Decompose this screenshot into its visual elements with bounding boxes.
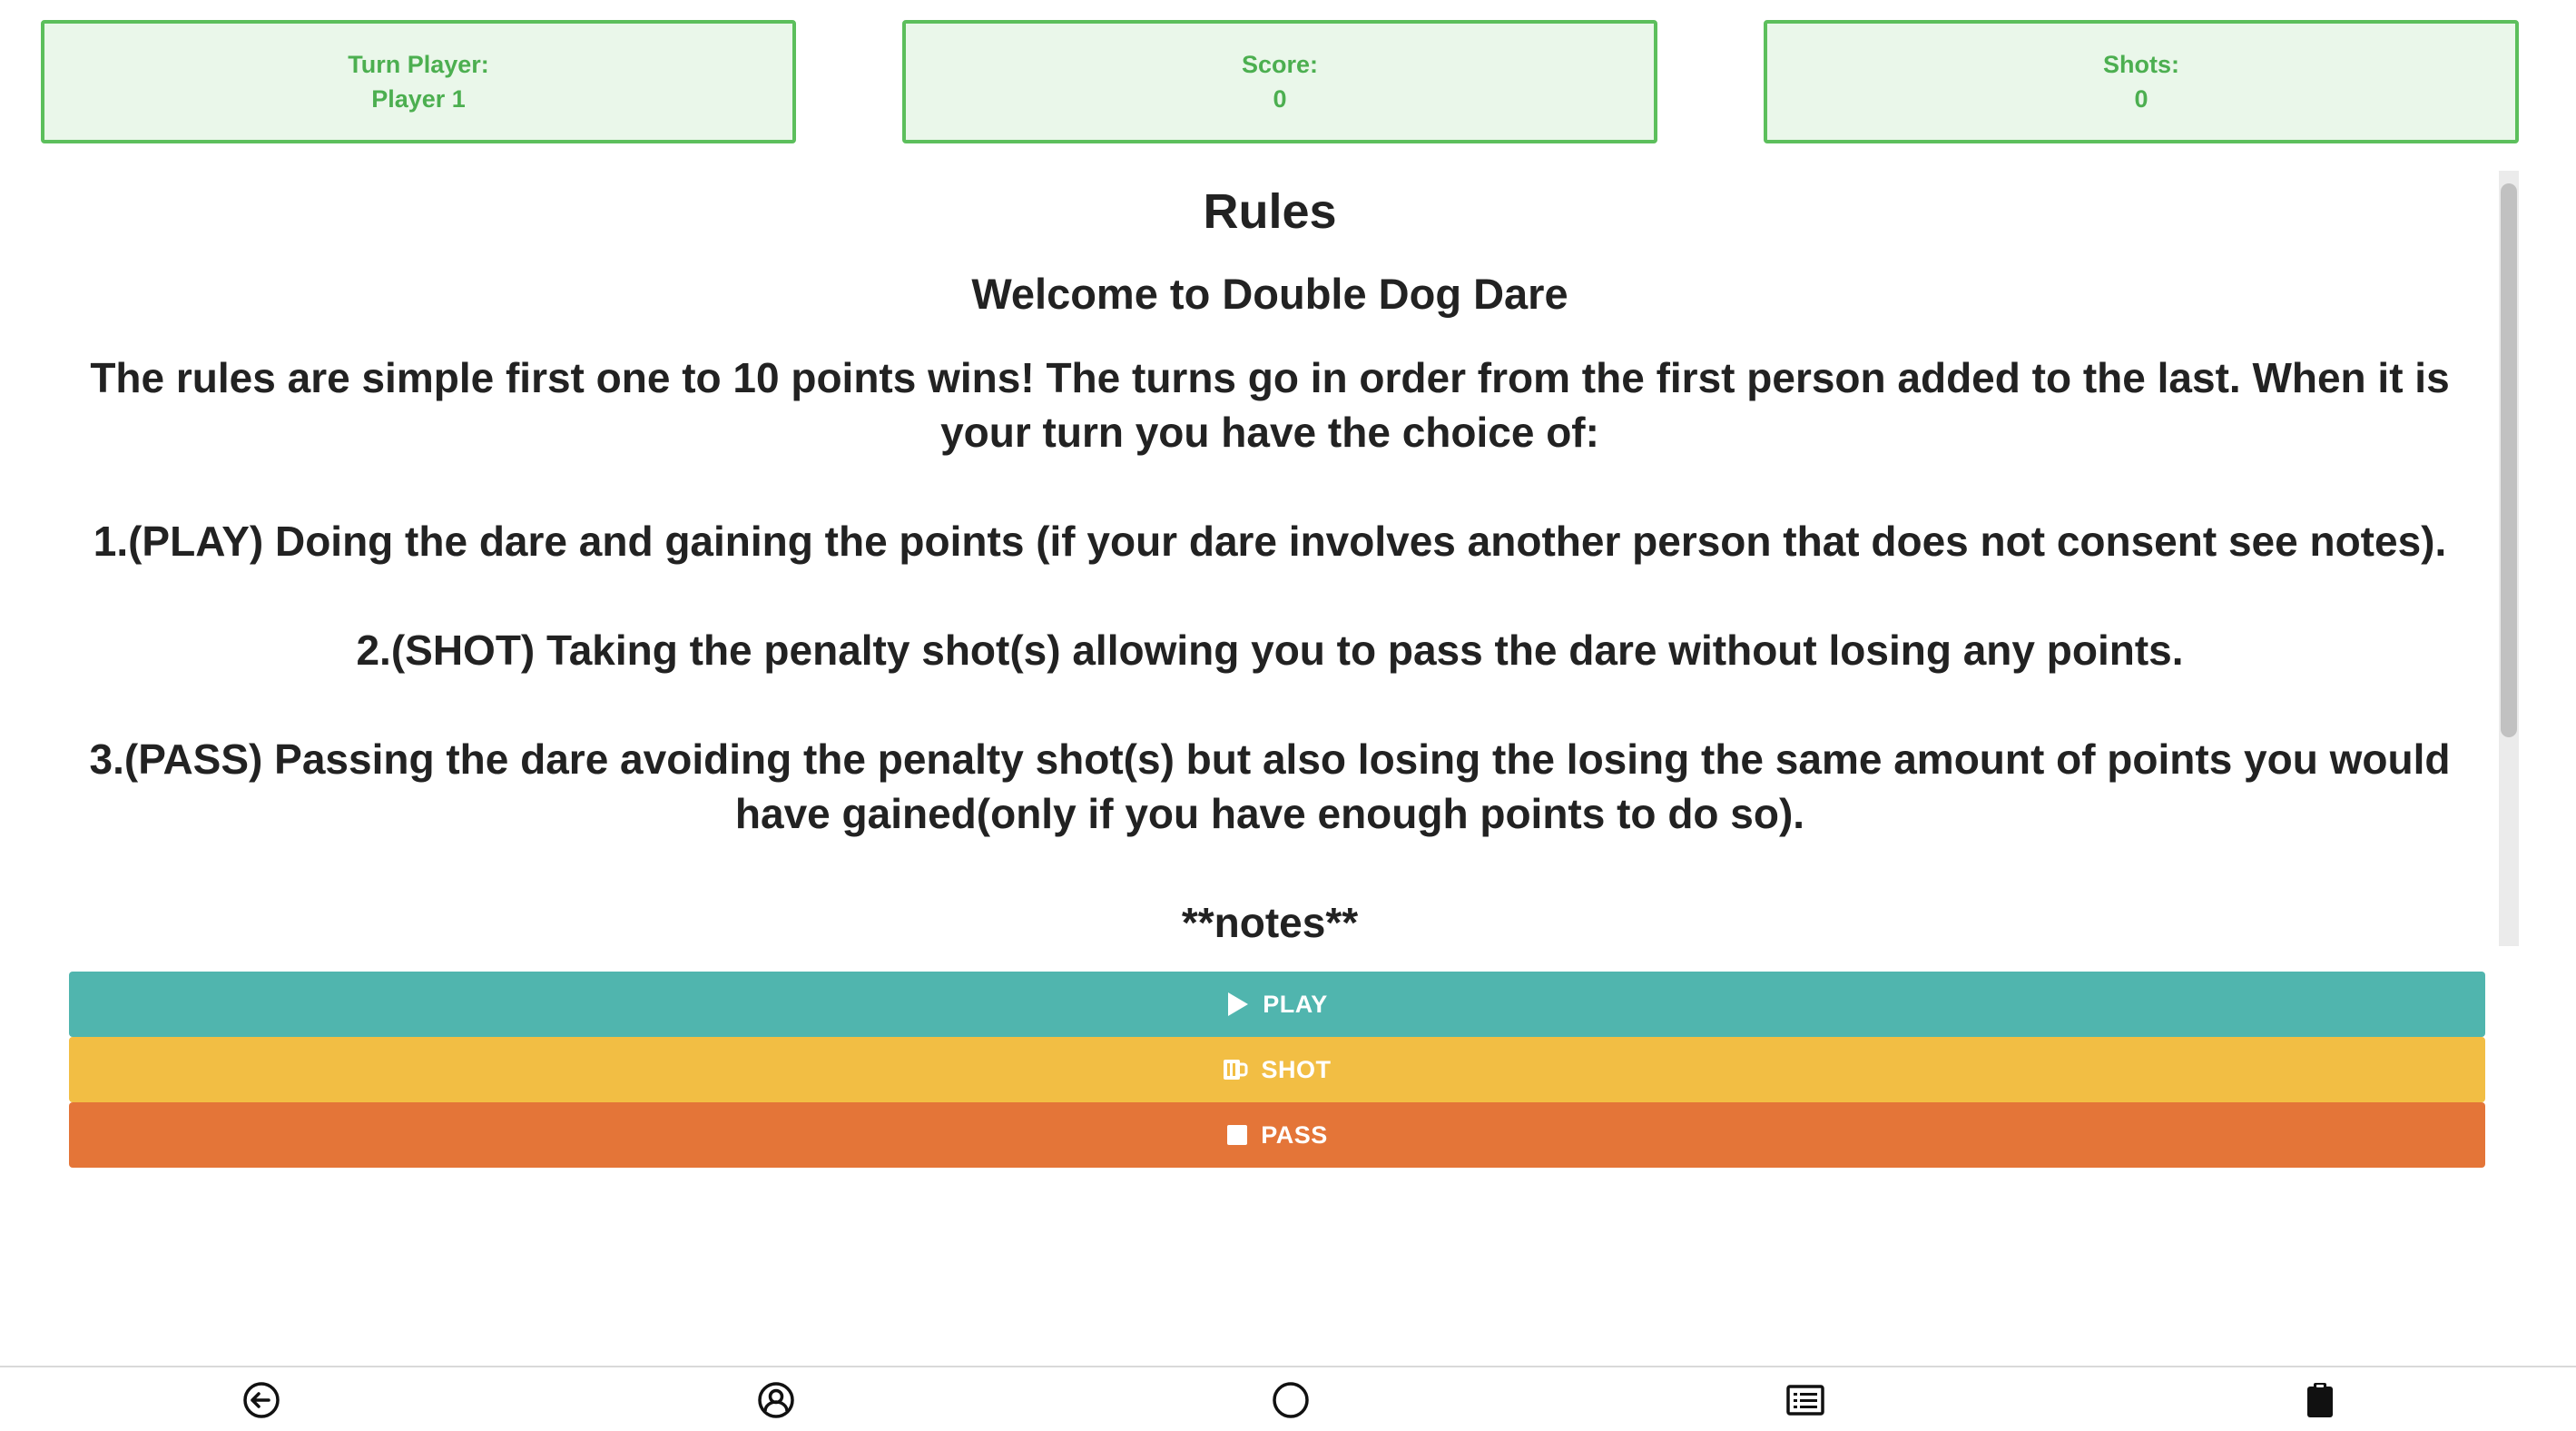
pass-label: PASS (1261, 1120, 1328, 1149)
list-icon[interactable] (1785, 1380, 1825, 1420)
stop-icon (1226, 1124, 1248, 1146)
circle-icon[interactable] (1271, 1380, 1311, 1420)
bottom-nav (0, 1366, 2576, 1431)
shots-box: Shots: 0 (1764, 20, 2519, 143)
shots-label: Shots: (2103, 51, 2179, 78)
rules-intro: The rules are simple first one to 10 poi… (90, 354, 2450, 456)
play-icon (1226, 992, 1250, 1017)
rule-shot: 2.(SHOT) Taking the penalty shot(s) allo… (356, 627, 2184, 674)
turn-player-label: Turn Player: (348, 51, 489, 78)
rules-title: Rules (1203, 184, 1337, 239)
action-buttons: PLAY SHOT PASS (69, 972, 2485, 1168)
score-box: Score: 0 (902, 20, 1657, 143)
turn-player-box: Turn Player: Player 1 (41, 20, 796, 143)
user-circle-icon[interactable] (756, 1380, 796, 1420)
rule-play: 1.(PLAY) Doing the dare and gaining the … (93, 518, 2447, 565)
notes-heading: **notes** (1181, 899, 1359, 946)
back-icon[interactable] (241, 1380, 281, 1420)
turn-player-value: Player 1 (371, 85, 466, 113)
score-value: 0 (1273, 85, 1287, 113)
mug-icon (1223, 1058, 1248, 1081)
rule-pass: 3.(PASS) Passing the dare avoiding the p… (89, 735, 2451, 837)
score-label: Score: (1241, 51, 1319, 78)
shots-value: 0 (2134, 85, 2148, 113)
pass-button[interactable]: PASS (69, 1102, 2485, 1168)
rules-panel[interactable]: Rules Welcome to Double Dog Dare The rul… (41, 171, 2519, 946)
play-label: PLAY (1263, 990, 1328, 1018)
play-button[interactable]: PLAY (69, 972, 2485, 1037)
clipboard-icon[interactable] (2300, 1380, 2340, 1420)
rules-scrollbar[interactable] (2499, 171, 2519, 946)
shot-label: SHOT (1261, 1055, 1332, 1083)
shot-button[interactable]: SHOT (69, 1037, 2485, 1102)
rules-scrollbar-thumb[interactable] (2501, 183, 2517, 737)
rules-welcome: Welcome to Double Dog Dare (971, 270, 1568, 318)
stats-row: Turn Player: Player 1 Score: 0 Shots: 0 (41, 20, 2519, 143)
